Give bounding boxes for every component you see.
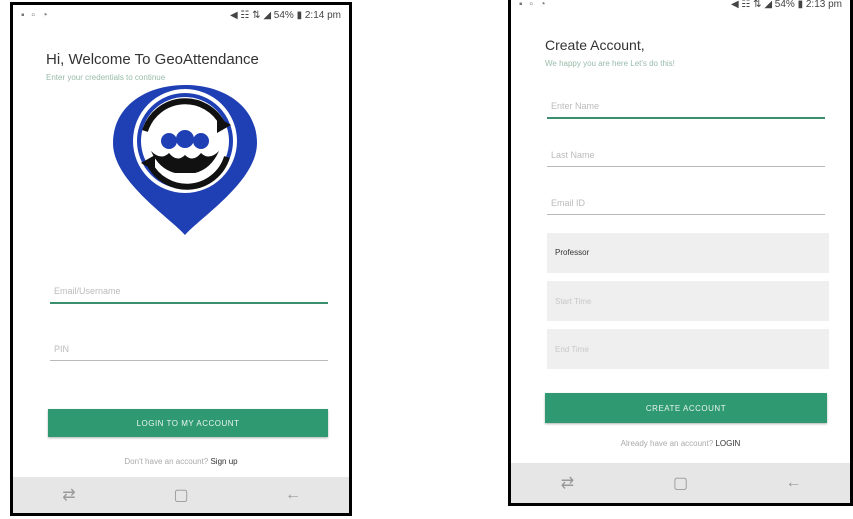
notification-icons: ▪ ▫ ◔ [21, 10, 50, 21]
login-prompt-row: Already have an account? LOGIN [511, 439, 850, 448]
home-icon[interactable]: ▢ [666, 473, 696, 493]
page-subtitle: Enter your credentials to continue [46, 73, 166, 82]
signup-prompt: Don't have an account? [124, 457, 209, 466]
android-nav-bar: ⇄ ▢ ← [511, 463, 850, 503]
login-prompt: Already have an account? [620, 439, 714, 448]
pin-input[interactable] [50, 337, 328, 361]
page-subtitle: We happy you are here Let's do this! [545, 59, 675, 68]
email-input[interactable] [547, 191, 825, 215]
back-icon[interactable]: ← [278, 486, 308, 504]
signup-prompt-row: Don't have an account? Sign up [13, 457, 349, 466]
status-indicators: ◀ ☷ ⇅ ◢ 54% ▮ 2:14 pm [229, 10, 341, 21]
signup-link[interactable]: Sign up [210, 457, 237, 466]
back-icon[interactable]: ← [779, 474, 809, 492]
android-nav-bar: ⇄ ▢ ← [13, 477, 349, 513]
last-name-input[interactable] [547, 143, 825, 167]
geoattendance-logo-icon [113, 85, 257, 235]
page-title: Hi, Welcome To GeoAttendance [46, 51, 259, 68]
username-input[interactable] [50, 280, 328, 304]
recent-apps-icon[interactable]: ⇄ [54, 485, 84, 505]
login-link[interactable]: LOGIN [715, 439, 740, 448]
role-select[interactable]: Professor [547, 233, 829, 273]
first-name-input[interactable] [547, 95, 825, 119]
status-indicators: ◀ ☷ ⇅ ◢ 54% ▮ 2:13 pm [730, 0, 842, 10]
home-icon[interactable]: ▢ [166, 485, 196, 505]
recent-apps-icon[interactable]: ⇄ [553, 473, 583, 493]
login-screen: ▪ ▫ ◔ ◀ ☷ ⇅ ◢ 54% ▮ 2:14 pm Hi, Welcome … [10, 2, 352, 516]
status-bar: ▪ ▫ ◔ ◀ ☷ ⇅ ◢ 54% ▮ 2:13 pm [511, 0, 850, 15]
notification-icons: ▪ ▫ ◔ [519, 0, 548, 10]
status-bar: ▪ ▫ ◔ ◀ ☷ ⇅ ◢ 54% ▮ 2:14 pm [13, 5, 349, 27]
page-title: Create Account, [545, 37, 645, 53]
end-time-input[interactable] [547, 329, 829, 369]
login-button[interactable]: LOGIN TO MY ACCOUNT [48, 409, 328, 437]
start-time-input[interactable] [547, 281, 829, 321]
create-account-button[interactable]: CREATE ACCOUNT [545, 393, 827, 423]
signup-screen: ▪ ▫ ◔ ◀ ☷ ⇅ ◢ 54% ▮ 2:13 pm Create Accou… [508, 0, 853, 506]
